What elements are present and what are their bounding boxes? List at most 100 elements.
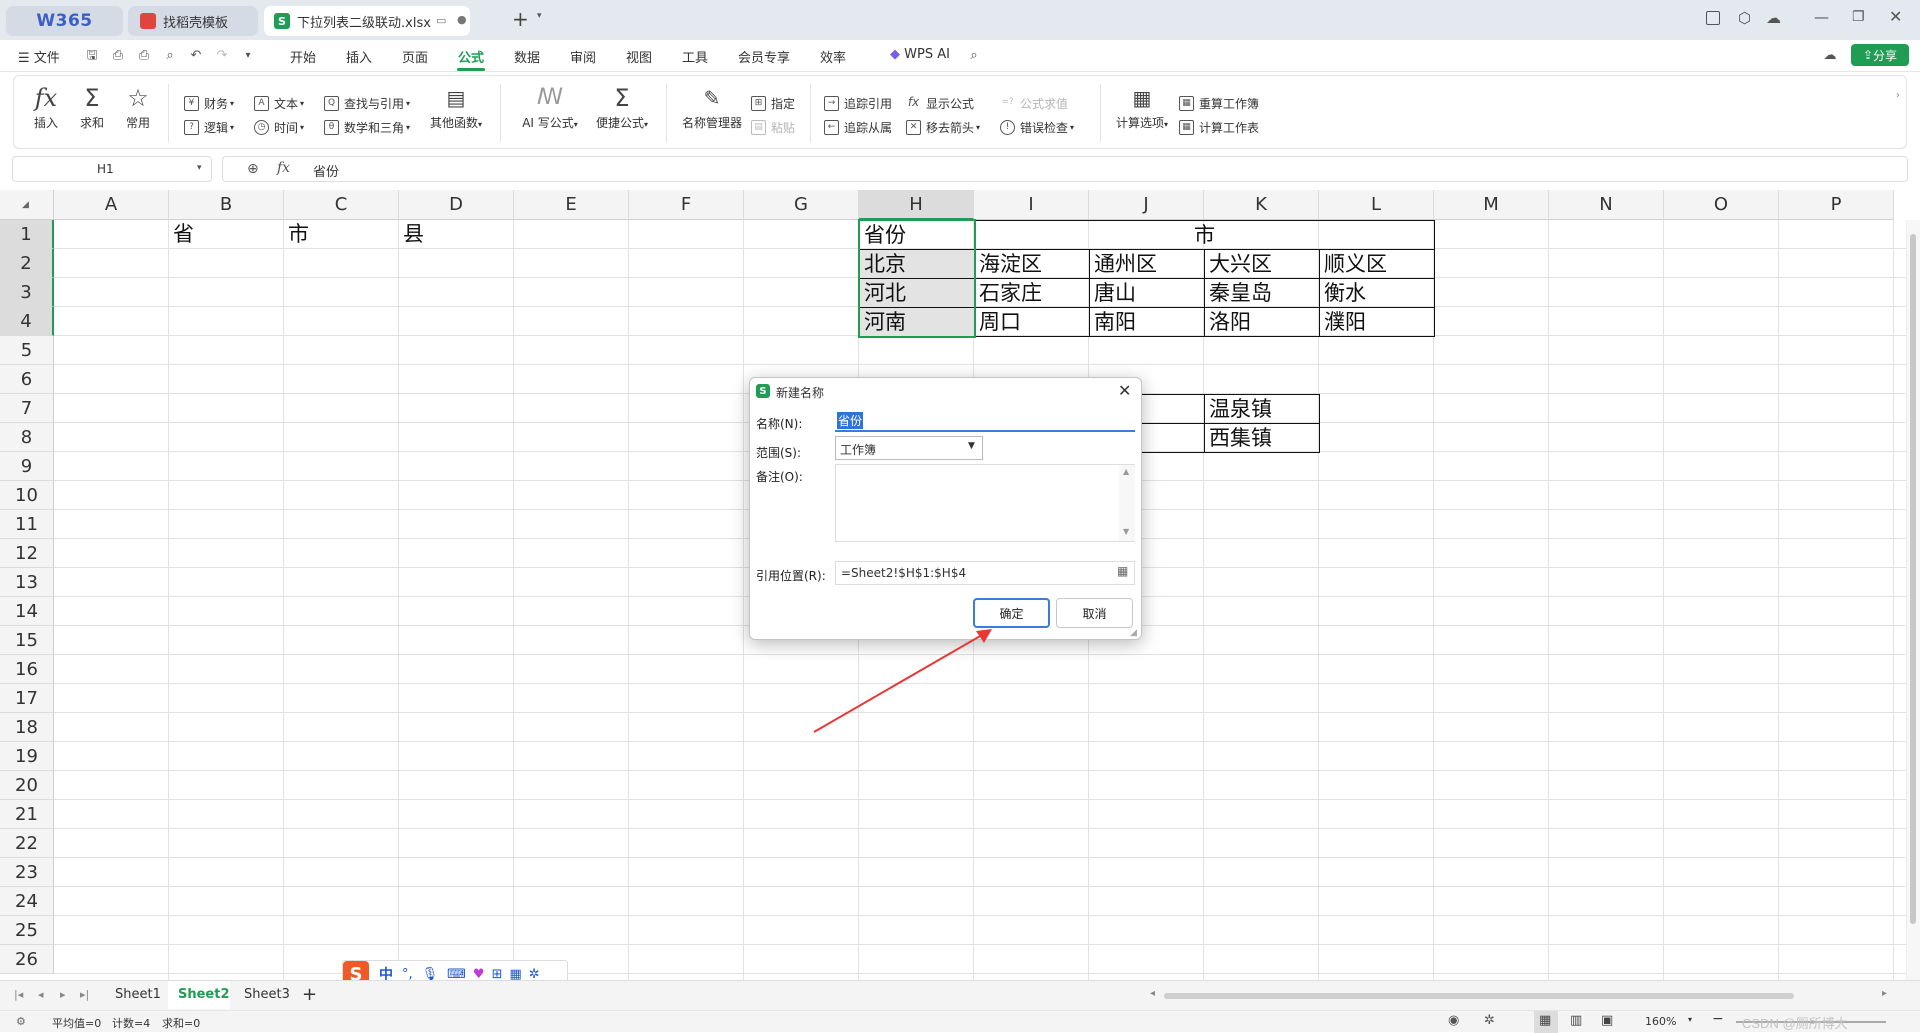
column-header-k[interactable]: K xyxy=(1204,190,1319,220)
menu-member[interactable]: 会员专享 xyxy=(738,47,790,66)
next-sheet-icon[interactable]: ▸ xyxy=(60,988,66,1001)
wps-ai-button[interactable]: ◆ WPS AI xyxy=(890,47,950,62)
add-sheet-icon[interactable]: + xyxy=(302,984,317,1005)
find-icon[interactable]: ⌕ xyxy=(162,48,178,64)
name-box[interactable]: H1 ▾ xyxy=(12,156,212,182)
undo-icon[interactable]: ↶ xyxy=(188,48,204,64)
column-header-j[interactable]: J xyxy=(1089,190,1204,220)
calc-options-button[interactable]: ▦ 计算选项▾ xyxy=(1108,84,1176,134)
dialog-close-icon[interactable]: ✕ xyxy=(1118,381,1131,400)
menu-data[interactable]: 数据 xyxy=(514,47,540,66)
cell-j4[interactable]: 南阳 xyxy=(1089,307,1205,337)
row-header-24[interactable]: 24 xyxy=(0,887,54,916)
insert-function-button[interactable]: fx 插入 xyxy=(26,84,66,134)
minimize-icon[interactable]: — xyxy=(1814,8,1829,26)
logic-functions-button[interactable]: ? 逻辑 ▾ xyxy=(184,118,234,136)
column-header-n[interactable]: N xyxy=(1549,190,1664,220)
close-window-icon[interactable]: ✕ xyxy=(1889,7,1902,26)
cell-c1[interactable]: 市 xyxy=(284,220,400,250)
comment-textarea[interactable]: ▲ ▼ xyxy=(835,464,1135,542)
cell-b1[interactable]: 省 xyxy=(169,220,285,250)
quick-formula-button[interactable]: Σ 便捷公式▾ xyxy=(590,84,654,134)
lookup-functions-button[interactable]: Q 查找与引用 ▾ xyxy=(324,94,410,112)
prev-sheet-icon[interactable]: ◂ xyxy=(38,988,44,1001)
column-header-m[interactable]: M xyxy=(1434,190,1549,220)
trace-precedents-button[interactable]: → 追踪引用 xyxy=(824,94,892,112)
box-icon[interactable]: ⬡ xyxy=(1738,9,1751,27)
column-header-c[interactable]: C xyxy=(284,190,399,220)
calc-sheet-button[interactable]: ▦ 计算工作表 xyxy=(1179,118,1259,136)
unsaved-dot-icon[interactable]: ● xyxy=(457,13,467,26)
row-header-18[interactable]: 18 xyxy=(0,713,54,742)
row-header-1[interactable]: 1 xyxy=(0,220,54,249)
autosum-button[interactable]: Σ 求和 xyxy=(72,84,112,134)
name-manager-button[interactable]: ✎ 名称管理器 xyxy=(678,84,746,134)
name-input[interactable]: 省份 xyxy=(835,408,1135,432)
save-icon[interactable]: 🖫 xyxy=(84,48,100,64)
row-header-11[interactable]: 11 xyxy=(0,510,54,539)
normal-view-icon[interactable]: ▦ xyxy=(1539,1013,1551,1028)
page-layout-view-icon[interactable]: ▥ xyxy=(1570,1013,1582,1028)
vertical-scrollbar[interactable] xyxy=(1906,220,1920,980)
column-header-l[interactable]: L xyxy=(1319,190,1434,220)
time-functions-button[interactable]: ◷ 时间 ▾ xyxy=(254,118,304,136)
cell-k8[interactable]: 西集镇 xyxy=(1204,423,1320,453)
other-functions-button[interactable]: ▤ 其他函数▾ xyxy=(424,84,488,134)
scroll-down-icon[interactable]: ▼ xyxy=(1123,527,1129,536)
last-sheet-icon[interactable]: ▸| xyxy=(80,988,89,1001)
scroll-right-icon[interactable]: ▸ xyxy=(1882,988,1887,999)
cloud-user-icon[interactable]: ☁ xyxy=(1766,9,1781,27)
ribbon-expand-icon[interactable]: › xyxy=(1896,90,1900,101)
sheet-tab-sheet2[interactable]: Sheet2 xyxy=(178,987,230,1002)
remove-arrows-button[interactable]: ✕ 移去箭头 ▾ xyxy=(906,118,980,136)
redo-icon[interactable]: ↷ xyxy=(214,48,230,64)
row-header-26[interactable]: 26 xyxy=(0,945,54,974)
cell-l3[interactable]: 衡水 xyxy=(1319,278,1435,308)
ai-formula-button[interactable]: ꟿ AI 写公式▾ xyxy=(514,84,586,134)
column-header-a[interactable]: A xyxy=(54,190,169,220)
row-header-12[interactable]: 12 xyxy=(0,539,54,568)
finance-functions-button[interactable]: ¥ 财务 ▾ xyxy=(184,94,234,112)
column-header-e[interactable]: E xyxy=(514,190,629,220)
cell-k3[interactable]: 秦皇岛 xyxy=(1204,278,1320,308)
cell-l2[interactable]: 顺义区 xyxy=(1319,249,1435,279)
horizontal-scroll-thumb[interactable] xyxy=(1164,993,1794,999)
row-header-2[interactable]: 2 xyxy=(0,249,54,278)
cancel-button[interactable]: 取消 xyxy=(1056,598,1133,628)
error-check-button[interactable]: ! 错误检查 ▾ xyxy=(1000,118,1074,136)
range-picker-icon[interactable]: ▦ xyxy=(1117,564,1128,578)
column-header-g[interactable]: G xyxy=(744,190,859,220)
settings-gear-icon[interactable]: ✲ xyxy=(1484,1013,1495,1028)
restore-icon[interactable]: ❐ xyxy=(1852,9,1865,25)
formula-input[interactable]: ⊕ fx 省份 xyxy=(222,156,1908,182)
cell-j3[interactable]: 唐山 xyxy=(1089,278,1205,308)
row-header-19[interactable]: 19 xyxy=(0,742,54,771)
reference-input[interactable]: =Sheet2!$H$1:$H$4 ▦ xyxy=(835,561,1135,585)
menu-review[interactable]: 审阅 xyxy=(570,47,596,66)
show-formulas-button[interactable]: fx 显示公式 xyxy=(906,94,974,112)
page-break-view-icon[interactable]: ▣ xyxy=(1601,1013,1613,1028)
tab-current-file[interactable]: S 下拉列表二级联动.xlsx ▭ ● xyxy=(264,6,470,36)
row-header-16[interactable]: 16 xyxy=(0,655,54,684)
row-header-13[interactable]: 13 xyxy=(0,568,54,597)
new-tab-icon[interactable]: + xyxy=(512,8,529,30)
cloud-sync-icon[interactable]: ☁ xyxy=(1822,48,1838,64)
row-header-14[interactable]: 14 xyxy=(0,597,54,626)
fx-icon[interactable]: fx xyxy=(277,160,290,176)
common-functions-button[interactable]: ☆ 常用 xyxy=(118,84,158,134)
share-button[interactable]: ⇪ 分享 xyxy=(1851,44,1909,66)
column-header-o[interactable]: O xyxy=(1664,190,1779,220)
assign-name-button[interactable]: ⊞ 指定 xyxy=(751,94,795,112)
cell-i3[interactable]: 石家庄 xyxy=(974,278,1090,308)
macro-icon[interactable]: ⚙ xyxy=(16,1015,26,1028)
cell-i4[interactable]: 周口 xyxy=(974,307,1090,337)
column-header-f[interactable]: F xyxy=(629,190,744,220)
quick-access-chevron-icon[interactable]: ▾ xyxy=(240,48,256,64)
comment-scrollbar[interactable]: ▲ ▼ xyxy=(1119,465,1135,541)
cell-k4[interactable]: 洛阳 xyxy=(1204,307,1320,337)
row-header-17[interactable]: 17 xyxy=(0,684,54,713)
row-header-3[interactable]: 3 xyxy=(0,278,54,307)
row-header-23[interactable]: 23 xyxy=(0,858,54,887)
column-header-b[interactable]: B xyxy=(169,190,284,220)
paste-name-button[interactable]: ▤ 粘贴 xyxy=(751,118,795,136)
